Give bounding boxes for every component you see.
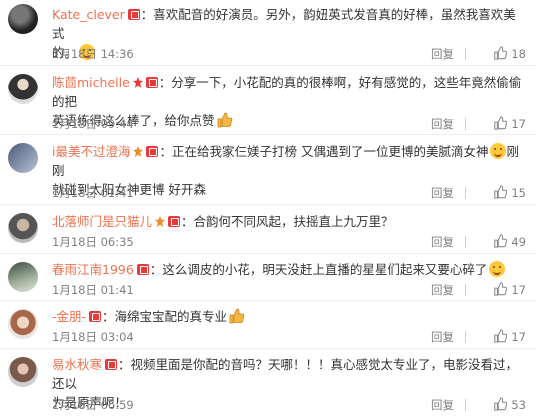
like-icon xyxy=(494,282,508,296)
comment-item: 春雨江南1996 ：这么调皮的小花，明天没赶上直播的星星们起来又要心碎了 1月18… xyxy=(0,254,536,301)
username-link[interactable]: 春雨江南1996 xyxy=(52,262,134,277)
like-icon xyxy=(494,329,508,343)
like-icon xyxy=(494,46,508,60)
comment-time: 1月18日 01:41 xyxy=(52,186,134,200)
comment-time: 1月18日 03:04 xyxy=(52,330,134,344)
username-link[interactable]: 北落师门是只猫儿 xyxy=(52,214,152,229)
like-button[interactable]: 15 xyxy=(493,185,526,200)
comment-item: Kate_clever ：喜欢配音的好演员。另外，韵妞英式发音真的好棒，虽然我喜欢… xyxy=(0,0,536,66)
smile-emoji-icon xyxy=(490,143,507,159)
like-count: 18 xyxy=(511,47,526,61)
divider xyxy=(465,284,466,296)
avatar[interactable] xyxy=(8,357,38,387)
crown-icon xyxy=(132,77,143,88)
avatar[interactable] xyxy=(8,262,38,292)
like-count: 53 xyxy=(511,398,526,412)
member-badge-icon xyxy=(146,146,159,157)
comment-time: 1月18日 06:59 xyxy=(52,398,134,412)
divider xyxy=(465,118,466,130)
comment-text: 春雨江南1996 ：这么调皮的小花，明天没赶上直播的星星们起来又要心碎了 xyxy=(52,260,528,279)
like-button[interactable]: 17 xyxy=(493,116,526,131)
username-link[interactable]: 易水秋寒 xyxy=(52,357,102,372)
comment-item: 北落师门是只猫儿 ：合韵何不同风起，扶摇直上九万里？ 1月18日 06:35 回复… xyxy=(0,205,536,254)
avatar[interactable] xyxy=(8,143,38,173)
divider xyxy=(465,48,466,60)
comment-body-line1: ：这么调皮的小花，明天没赶上直播的星星们起来又要心碎了 xyxy=(149,262,488,277)
comment-item: -金朋- ：海绵宝宝配的真专业 1月18日 03:04 回复 17 xyxy=(0,301,536,349)
like-count: 17 xyxy=(511,117,526,131)
thumbs-up-emoji-icon xyxy=(217,112,232,128)
like-button[interactable]: 17 xyxy=(493,282,526,297)
divider xyxy=(465,236,466,248)
username-link[interactable]: Kate_clever xyxy=(52,7,125,22)
comment-text: -金朋- ：海绵宝宝配的真专业 xyxy=(52,307,528,326)
reply-button[interactable]: 回复 xyxy=(431,282,454,298)
avatar[interactable] xyxy=(8,213,38,243)
like-icon xyxy=(494,397,508,411)
like-icon xyxy=(494,116,508,130)
comment-item: 陈茴michelle ：分享一下，小花配的真的很棒啊，好有感觉的，这些年竟然偷偷的… xyxy=(0,66,536,135)
like-count: 49 xyxy=(511,235,526,249)
like-count: 17 xyxy=(511,330,526,344)
comment-time: 1月18日 01:41 xyxy=(52,283,134,297)
comment-body-line1: ：合韵何不同风起，扶摇直上九万里？ xyxy=(181,214,394,229)
like-button[interactable]: 53 xyxy=(493,397,526,412)
divider xyxy=(465,399,466,411)
like-button[interactable]: 18 xyxy=(493,46,526,61)
username-link[interactable]: i最美不过澄海 xyxy=(52,144,130,159)
member-badge-icon xyxy=(145,77,158,88)
laughing-emoji-icon xyxy=(489,261,506,277)
comment-text: 北落师门是只猫儿 ：合韵何不同风起，扶摇直上九万里？ xyxy=(52,212,528,231)
reply-button[interactable]: 回复 xyxy=(431,329,454,345)
comment-body-line1: ：视频里面是你配的音吗？天哪！！！真心感觉太专业了，电影没看过，还以 xyxy=(52,357,519,391)
like-icon xyxy=(494,234,508,248)
like-button[interactable]: 49 xyxy=(493,234,526,249)
reply-button[interactable]: 回复 xyxy=(431,234,454,250)
reply-button[interactable]: 回复 xyxy=(431,46,454,62)
comment-time: 1月18日 09:44 xyxy=(52,117,134,131)
member-badge-icon xyxy=(89,311,102,322)
comment-item: i最美不过澄海 ：正在给我家仨媄子打榜 又偶遇到了一位更博的美腻滴女神 刚刚 就碰到… xyxy=(0,135,536,205)
username-link[interactable]: -金朋- xyxy=(52,309,86,324)
comment-body-line1: 正在给我家仨媄子打榜 又偶遇到了一位更博的美腻滴女神 xyxy=(172,144,489,159)
avatar[interactable] xyxy=(8,74,38,104)
reply-button[interactable]: 回复 xyxy=(431,397,454,413)
comment-time: 1月18日 14:36 xyxy=(52,47,134,61)
crown-icon xyxy=(155,216,166,227)
reply-button[interactable]: 回复 xyxy=(431,116,454,132)
member-badge-icon xyxy=(136,264,149,275)
comment-item: 易水秋寒 ：视频里面是你配的音吗？天哪！！！真心感觉太专业了，电影没看过，还以 为… xyxy=(0,349,536,418)
avatar[interactable] xyxy=(8,309,38,339)
like-icon xyxy=(494,185,508,199)
like-count: 15 xyxy=(511,186,526,200)
like-count: 17 xyxy=(511,283,526,297)
member-badge-icon xyxy=(168,216,181,227)
divider xyxy=(465,187,466,199)
reply-button[interactable]: 回复 xyxy=(431,185,454,201)
thumbs-up-emoji-icon xyxy=(229,308,245,324)
comment-body-line1: ：海绵宝宝配的真专业 xyxy=(102,309,228,324)
avatar[interactable] xyxy=(8,4,38,34)
crown-icon xyxy=(133,146,144,157)
comment-time: 1月18日 06:35 xyxy=(52,235,134,249)
like-button[interactable]: 17 xyxy=(493,329,526,344)
divider xyxy=(465,331,466,343)
username-link[interactable]: 陈茴michelle xyxy=(52,75,130,90)
member-badge-icon xyxy=(127,9,140,20)
member-badge-icon xyxy=(105,359,118,370)
